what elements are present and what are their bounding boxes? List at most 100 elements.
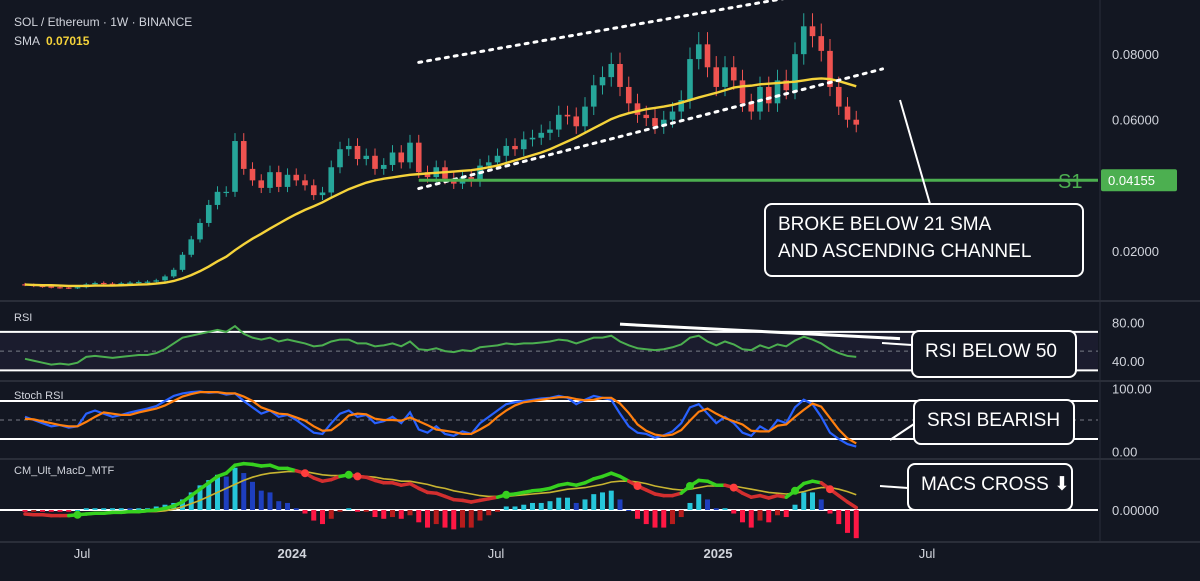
candle-body [818, 36, 825, 51]
macd-histogram-bar [285, 502, 290, 510]
macd-histogram-bar [661, 510, 667, 528]
candle-body [65, 287, 72, 289]
candle-body [407, 142, 413, 163]
candle-body [328, 167, 335, 193]
macd-pane-label: CM_Ult_MacD_MTF [14, 465, 115, 477]
time-axis-tick: Jul [74, 546, 91, 561]
chart-canvas[interactable]: 0.08000 0.06000 0.02000 S1 0.04155 BROKE BELO… [0, 0, 1200, 581]
macd-histogram-bar [66, 510, 72, 512]
macd-histogram-bar [433, 510, 439, 525]
macd-histogram-bar [241, 473, 247, 510]
rsi-callout-text: RSI BELOW 50 [925, 341, 1057, 362]
price-axis-tick: 0.06000 [1112, 113, 1159, 128]
macd-histogram-bar [792, 504, 798, 510]
macd-histogram-bar [92, 508, 98, 510]
sma-legend: SMA 0.07015 [14, 34, 89, 48]
candle-body [179, 254, 186, 270]
macd-axis-tick: 0.00000 [1112, 503, 1159, 518]
macd-histogram-bar [416, 510, 422, 523]
macd-histogram-bar [608, 490, 614, 510]
macd-histogram-bar [425, 510, 430, 528]
candle-body [485, 162, 492, 166]
time-axis-tick: 2024 [278, 546, 308, 561]
macd-histogram-bar [556, 497, 562, 510]
candle-body [415, 142, 422, 173]
candle-body [284, 174, 291, 187]
macd-histogram-bar [503, 506, 509, 510]
macd-histogram-bar [591, 494, 597, 510]
macd-histogram-bar [398, 510, 404, 519]
stoch-axis-tick: 0.00 [1112, 445, 1137, 460]
macd-histogram-bar [696, 494, 702, 510]
candle-body [853, 119, 860, 125]
candle-body [494, 155, 501, 163]
stoch-pane-label: Stoch RSI [14, 390, 64, 402]
macd-cross-marker [502, 490, 511, 499]
macd-histogram-bar [565, 497, 570, 510]
candle-body [135, 281, 142, 284]
candle-body [704, 44, 711, 68]
support-label-s1: S1 [1058, 171, 1082, 193]
macd-histogram-bar [372, 510, 378, 518]
candle-body [800, 26, 807, 55]
macd-cross-marker [729, 483, 738, 492]
candle-body [258, 180, 265, 188]
macd-histogram-bar [302, 510, 308, 514]
macd-histogram-bar [512, 506, 518, 510]
candle-body [389, 152, 396, 165]
candle-body [205, 204, 212, 223]
candle-body [573, 116, 580, 127]
sma-label: SMA [14, 34, 41, 48]
time-axis-tick: 2025 [704, 546, 733, 561]
macd-histogram-bar [320, 510, 325, 525]
macd-histogram-bar [678, 510, 684, 518]
macd-histogram-bar [670, 510, 675, 525]
candle-body [380, 164, 387, 169]
macd-histogram-bar [363, 510, 369, 512]
candle-body [590, 85, 597, 107]
candle-body [730, 67, 737, 81]
candle-body [188, 239, 195, 255]
candle-body [223, 191, 230, 194]
macd-histogram-bar [687, 502, 693, 510]
candle-body [695, 44, 702, 60]
price-tag-value: 0.04155 [1108, 173, 1155, 188]
macd-callout-text: MACS CROSS ⬇ [921, 474, 1070, 495]
macd-histogram-bar [477, 510, 483, 521]
candle-body [652, 118, 658, 127]
price-callout-pointer [899, 99, 931, 205]
macd-callout-pointer [879, 485, 909, 489]
candle-body [617, 64, 623, 87]
macd-histogram-bar [740, 510, 745, 523]
macd-histogram-bar [582, 499, 588, 510]
price-axis-tick: 0.02000 [1112, 244, 1159, 259]
macd-histogram-bar [127, 508, 133, 510]
macd-cross-marker [73, 510, 82, 519]
macd-histogram-bar [355, 510, 360, 512]
macd-histogram-bar [48, 510, 54, 512]
rsi-axis-tick: 80.00 [1112, 315, 1145, 330]
candle-body [398, 152, 405, 163]
candle-body [713, 67, 720, 87]
candle-body [249, 168, 256, 181]
candle-body [240, 141, 247, 169]
macd-histogram-bar [530, 502, 535, 510]
candle-body [634, 103, 641, 115]
candle-body [643, 114, 650, 119]
macd-cross-marker [686, 482, 694, 490]
macd-line-segment [845, 500, 858, 510]
macd-histogram-bar [617, 499, 623, 510]
candle-body [547, 129, 553, 133]
candle-body [512, 145, 518, 150]
candle-body [197, 222, 203, 240]
candle-body [765, 86, 772, 104]
candle-body [144, 281, 151, 283]
symbol-title: SOL / Ethereum · 1W · BINANCE [14, 15, 193, 29]
rsi-pane-label: RSI [14, 312, 33, 324]
macd-histogram-bar [766, 510, 772, 523]
candle-body [310, 185, 317, 196]
macd-histogram-bar [250, 481, 255, 510]
macd-histogram-bar [731, 510, 737, 514]
candle-body [319, 192, 326, 196]
candle-body [267, 172, 273, 188]
